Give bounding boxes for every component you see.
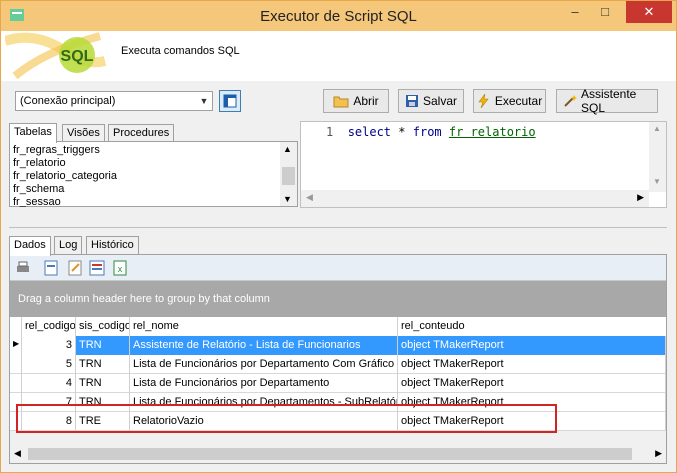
open-button[interactable]: Abrir <box>323 89 389 113</box>
grid-header: rel_codigo sis_codigo rel_nome rel_conte… <box>10 317 666 336</box>
chevron-right-icon[interactable]: ▶ <box>637 192 644 203</box>
save-label: Salvar <box>423 94 458 108</box>
grid-hscrollbar[interactable]: ◀ ▶ <box>10 446 666 463</box>
cell-rel-nome[interactable]: Assistente de Relatório - Lista de Funci… <box>130 336 398 355</box>
sql-editor[interactable]: 1 select * from fr relatorio ▲ ▼ ◀ ▶ <box>300 121 667 208</box>
keyword-select: select <box>347 125 392 139</box>
scroll-thumb[interactable] <box>28 448 632 460</box>
column-header-rel-conteudo[interactable]: rel_conteudo <box>398 317 666 336</box>
row-indicator <box>10 374 22 393</box>
connection-value: (Conexão principal) <box>20 95 116 107</box>
row-indicator <box>10 355 22 374</box>
sql-assistant-button[interactable]: Assistente SQL <box>556 87 658 115</box>
list-item[interactable]: fr_relatorio <box>13 157 66 170</box>
floppy-icon <box>406 95 418 107</box>
cell-sis-codigo[interactable]: TRN <box>76 336 130 355</box>
save-button[interactable]: Salvar <box>398 89 464 113</box>
tables-scrollbar[interactable]: ▲ ▼ <box>280 142 297 206</box>
tab-tabelas[interactable]: Tabelas <box>9 123 57 143</box>
sql-assistant-label: Assistente SQL <box>581 87 637 115</box>
chevron-down-icon[interactable]: ▼ <box>283 194 292 204</box>
editor-hscrollbar[interactable]: ◀ ▶ <box>301 190 649 207</box>
lightning-icon <box>478 94 489 108</box>
list-item[interactable]: fr_relatorio_categoria <box>13 170 117 183</box>
edit-document-icon[interactable] <box>66 259 84 277</box>
column-header-rel-codigo[interactable]: rel_codigo <box>22 317 76 336</box>
folder-icon <box>333 96 349 108</box>
column-header-sis-codigo[interactable]: sis_codigo <box>76 317 130 336</box>
cell-rel-codigo[interactable]: 3 <box>22 336 76 355</box>
cell-rel-codigo[interactable]: 4 <box>22 374 76 393</box>
magic-wand-icon <box>564 95 577 107</box>
column-header-rel-nome[interactable]: rel_nome <box>130 317 398 336</box>
cell-sis-codigo[interactable]: TRN <box>76 355 130 374</box>
tab-visoes[interactable]: Visões <box>62 124 105 142</box>
table-row[interactable]: ▶ 3 TRN Assistente de Relatório - Lista … <box>10 336 666 355</box>
execute-label: Executar <box>494 94 543 108</box>
execute-button[interactable]: Executar <box>473 89 546 113</box>
table-name: fr relatorio <box>448 125 536 139</box>
minimize-button[interactable]: – <box>561 1 589 23</box>
code-line[interactable]: 1 select * from fr relatorio <box>306 125 536 139</box>
cell-sis-codigo[interactable]: TRN <box>76 374 130 393</box>
tab-log[interactable]: Log <box>54 236 83 254</box>
line-number: 1 <box>326 125 334 139</box>
chevron-right-icon[interactable]: ▶ <box>655 448 662 459</box>
list-item[interactable]: fr_sessao <box>13 196 61 207</box>
svg-text:x: x <box>118 264 123 274</box>
close-button[interactable]: ✕ <box>626 1 672 23</box>
maximize-button[interactable]: □ <box>591 1 619 23</box>
grid-toolbar: x <box>10 255 666 281</box>
cell-rel-conteudo[interactable]: object TMakerReport <box>398 355 666 374</box>
highlight-box <box>16 404 557 433</box>
sql-logo: SQL <box>5 32 107 80</box>
connection-select[interactable]: (Conexão principal) ▼ <box>15 91 213 111</box>
logo-text: SQL <box>61 48 94 65</box>
list-item[interactable]: fr_regras_triggers <box>13 144 100 157</box>
open-label: Abrir <box>353 94 379 108</box>
excel-icon[interactable]: x <box>111 259 129 277</box>
table-row[interactable]: 5 TRN Lista de Funcionários por Departam… <box>10 355 666 374</box>
chevron-down-icon[interactable]: ▼ <box>653 177 661 186</box>
chevron-left-icon[interactable]: ◀ <box>306 192 313 203</box>
cell-rel-codigo[interactable]: 5 <box>22 355 76 374</box>
chevron-up-icon[interactable]: ▲ <box>283 144 292 154</box>
tables-list[interactable]: fr_regras_triggers fr_relatorio fr_relat… <box>9 141 298 207</box>
list-item[interactable]: fr_schema <box>13 183 64 196</box>
scroll-thumb[interactable] <box>282 167 295 185</box>
cell-rel-nome[interactable]: Lista de Funcionários por Departamento C… <box>130 355 398 374</box>
printer-icon[interactable] <box>14 259 32 277</box>
row-indicator-header <box>10 317 22 336</box>
cell-rel-conteudo[interactable]: object TMakerReport <box>398 336 666 355</box>
chevron-down-icon[interactable]: ▼ <box>196 92 212 110</box>
star: * <box>398 125 406 139</box>
current-row-arrow-icon: ▶ <box>10 336 22 355</box>
header-banner: SQL Executa comandos SQL <box>1 31 676 81</box>
editor-vscrollbar[interactable]: ▲ ▼ <box>649 122 666 192</box>
tab-dados[interactable]: Dados <box>9 236 51 256</box>
keyword-from: from <box>412 125 442 139</box>
header-description: Executa comandos SQL <box>121 45 240 57</box>
cell-rel-nome[interactable]: Lista de Funcionários por Departamento <box>130 374 398 393</box>
cell-rel-conteudo[interactable]: object TMakerReport <box>398 374 666 393</box>
tab-historico[interactable]: Histórico <box>86 236 139 254</box>
export-icon[interactable] <box>42 259 60 277</box>
group-by-bar[interactable]: Drag a column header here to group by th… <box>10 281 666 317</box>
window-layout-icon <box>223 94 237 108</box>
splitter-bar[interactable] <box>9 208 667 228</box>
html-export-icon[interactable] <box>88 259 106 277</box>
layout-toggle-button[interactable] <box>219 90 241 112</box>
chevron-left-icon[interactable]: ◀ <box>14 448 21 459</box>
title-bar[interactable]: Executor de Script SQL – □ ✕ <box>1 1 676 31</box>
tab-procedures[interactable]: Procedures <box>108 124 175 142</box>
table-row[interactable]: 4 TRN Lista de Funcionários por Departam… <box>10 374 666 393</box>
chevron-up-icon[interactable]: ▲ <box>653 124 661 133</box>
